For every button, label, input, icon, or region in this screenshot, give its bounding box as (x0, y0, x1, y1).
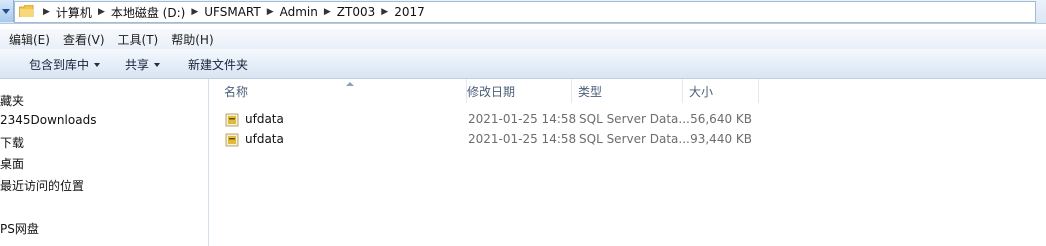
database-file-icon (225, 113, 239, 127)
chevron-down-icon (94, 63, 101, 67)
breadcrumb-separator-icon[interactable]: ▶ (98, 7, 105, 17)
address-field[interactable]: ▶ 计算机 ▶ 本地磁盘 (D:) ▶ UFSMART ▶ Admin ▶ ZT… (14, 1, 1036, 23)
chevron-down-icon (154, 63, 161, 67)
new-folder-label: 新建文件夹 (188, 58, 249, 72)
menu-help[interactable]: 帮助(H) (171, 31, 213, 48)
file-row[interactable]: ufdata 2021-01-25 14:58 SQL Server Data.… (216, 131, 776, 149)
share-button[interactable]: 共享 (125, 56, 161, 73)
column-header-name-label: 名称 (224, 84, 249, 99)
file-size: 56,640 KB (690, 112, 752, 126)
column-header-name[interactable]: 名称 (218, 79, 467, 103)
column-header-type[interactable]: 类型 (572, 79, 683, 103)
nav-item-downloads[interactable]: 下载 (0, 134, 24, 151)
menu-tools[interactable]: 工具(T) (118, 31, 159, 48)
breadcrumb-separator-icon[interactable]: ▶ (191, 7, 198, 17)
breadcrumb-drive-d[interactable]: 本地磁盘 (D:) (111, 4, 185, 21)
column-header-size[interactable]: 大小 (683, 79, 759, 103)
nav-item-desktop[interactable]: 桌面 (0, 155, 24, 172)
file-size: 93,440 KB (690, 132, 752, 146)
menu-bar: 编辑(E) 查看(V) 工具(T) 帮助(H) (0, 29, 1046, 49)
include-in-library-button[interactable]: 包含到库中 (29, 56, 101, 73)
breadcrumb-separator-icon[interactable]: ▶ (381, 7, 388, 17)
breadcrumb-admin[interactable]: Admin (280, 5, 318, 19)
database-file-icon (225, 133, 239, 147)
address-bar: ▶ 计算机 ▶ 本地磁盘 (D:) ▶ UFSMART ▶ Admin ▶ ZT… (0, 0, 1046, 24)
column-header-modified-label: 修改日期 (467, 84, 516, 99)
breadcrumb-separator-icon[interactable]: ▶ (267, 7, 274, 17)
file-name: ufdata (245, 132, 284, 146)
file-type: SQL Server Data... (579, 112, 690, 126)
file-modified: 2021-01-25 14:58 (468, 112, 577, 126)
new-folder-button[interactable]: 新建文件夹 (188, 56, 248, 73)
menu-view[interactable]: 查看(V) (63, 31, 105, 48)
file-modified: 2021-01-25 14:58 (468, 132, 577, 146)
nav-item-wps-cloud[interactable]: PS网盘 (0, 220, 39, 237)
breadcrumb-2017[interactable]: 2017 (394, 5, 425, 19)
breadcrumb-computer[interactable]: 计算机 (56, 4, 92, 21)
menu-edit[interactable]: 编辑(E) (9, 31, 50, 48)
include-in-library-label: 包含到库中 (29, 58, 90, 72)
folder-icon (19, 5, 34, 17)
column-header-modified[interactable]: 修改日期 (461, 79, 572, 103)
column-header-size-label: 大小 (689, 84, 714, 99)
file-name: ufdata (245, 112, 284, 126)
file-list: 名称 修改日期 类型 大小 ufdata 2021-01-25 14:58 SQ… (209, 79, 1046, 246)
breadcrumb-zt003[interactable]: ZT003 (337, 5, 375, 19)
file-row[interactable]: ufdata 2021-01-25 14:58 SQL Server Data.… (216, 111, 776, 129)
nav-item-favorites[interactable]: 藏夹 (0, 92, 24, 109)
navigation-pane: 藏夹 2345Downloads 下载 桌面 最近访问的位置 PS网盘 (0, 79, 209, 246)
recent-locations-dropdown[interactable] (0, 0, 14, 22)
nav-item-2345downloads[interactable]: 2345Downloads (0, 113, 96, 127)
file-type: SQL Server Data... (579, 132, 690, 146)
sort-ascending-icon (346, 82, 354, 86)
breadcrumb-separator-icon[interactable]: ▶ (43, 7, 50, 17)
breadcrumb-separator-icon[interactable]: ▶ (324, 7, 331, 17)
share-label: 共享 (125, 58, 150, 72)
command-toolbar: 包含到库中 共享 新建文件夹 (0, 49, 1046, 79)
chevron-down-icon (2, 9, 10, 14)
nav-item-recent-places[interactable]: 最近访问的位置 (0, 177, 84, 194)
column-header-type-label: 类型 (578, 84, 603, 99)
breadcrumb-ufsmart[interactable]: UFSMART (204, 5, 260, 19)
